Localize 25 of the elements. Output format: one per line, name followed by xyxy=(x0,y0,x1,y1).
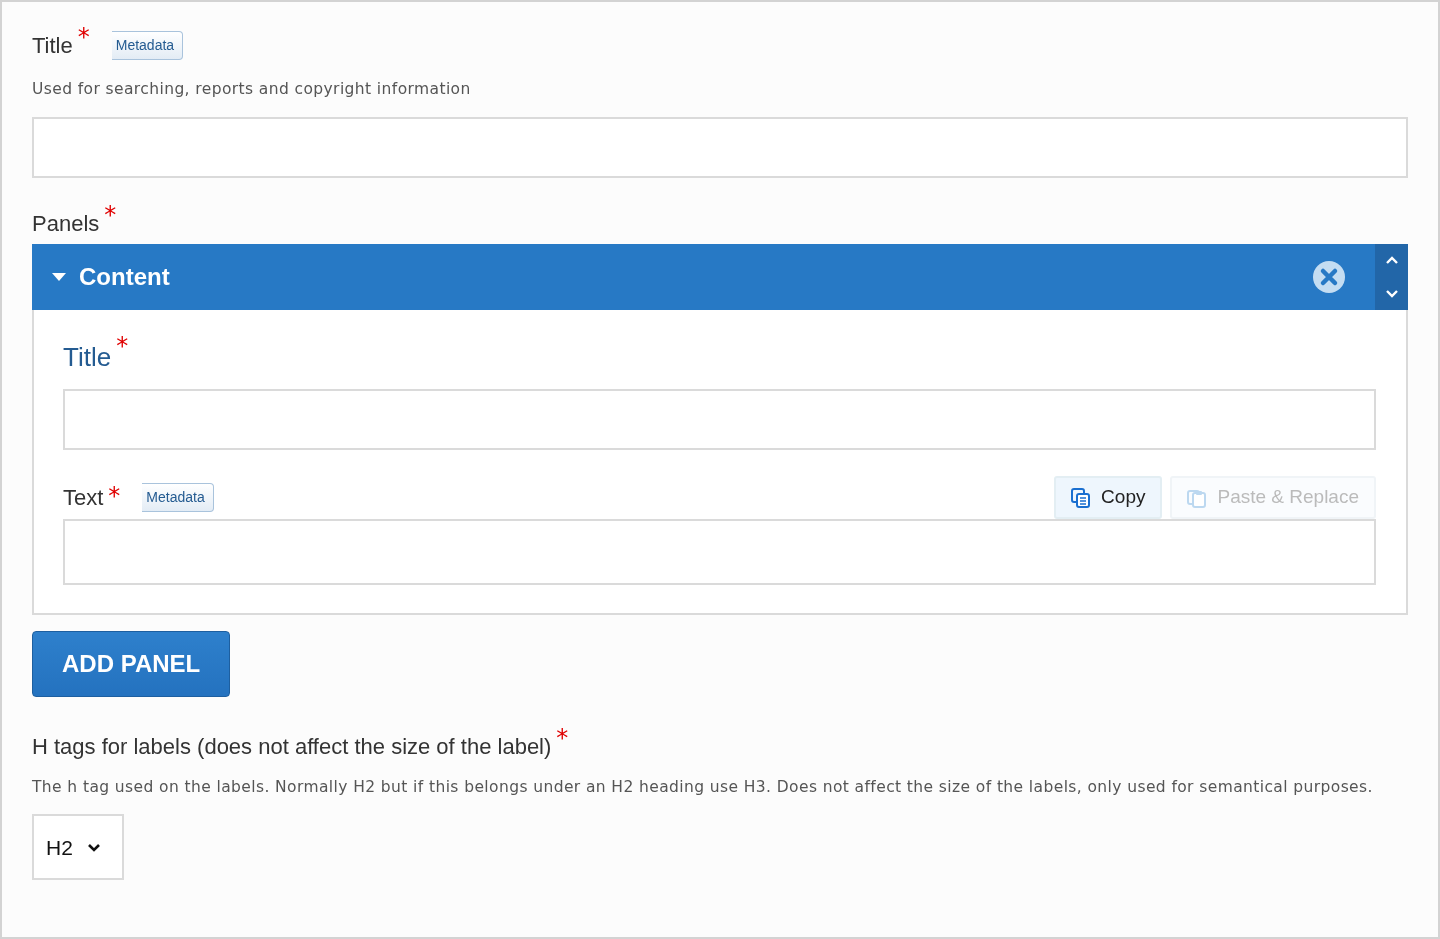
field-label: H tags for labels (does not affect the size of the label) xyxy=(32,732,552,761)
field-description: Used for searching, reports and copyright information xyxy=(32,79,472,100)
text-input[interactable] xyxy=(32,117,1408,179)
text-input[interactable] xyxy=(63,389,1376,451)
required-mark: * xyxy=(116,334,129,359)
chevron-up-icon[interactable] xyxy=(1384,256,1399,266)
field-label: Title xyxy=(32,32,73,60)
select-dropdown[interactable]: H2 xyxy=(32,814,124,881)
required-mark: * xyxy=(104,203,117,228)
add-panel-button[interactable]: ADD PANEL xyxy=(32,630,231,697)
field-label: Panels xyxy=(32,210,100,239)
field-label: Text xyxy=(63,484,104,512)
required-mark: * xyxy=(556,725,569,750)
panel-toggle[interactable]: Content xyxy=(32,259,170,296)
required-mark: * xyxy=(77,25,90,49)
remove-icon[interactable] xyxy=(1313,261,1345,294)
copy-icon xyxy=(1071,487,1092,508)
field-description: The h tag used on the labels. Normally H2 but if this belongs under an H2 heading use H3. Does not affect the size of the labels, only used for semantical purposes. xyxy=(32,776,1374,798)
clipboard-icon xyxy=(1187,487,1208,508)
chevron-down-icon[interactable] xyxy=(1384,289,1399,299)
required-mark: * xyxy=(108,483,121,508)
caret-down-icon xyxy=(52,273,66,282)
chevron-down-icon xyxy=(86,842,101,852)
field-label: Title xyxy=(63,341,112,375)
copy-button[interactable]: Copy xyxy=(1054,476,1163,519)
